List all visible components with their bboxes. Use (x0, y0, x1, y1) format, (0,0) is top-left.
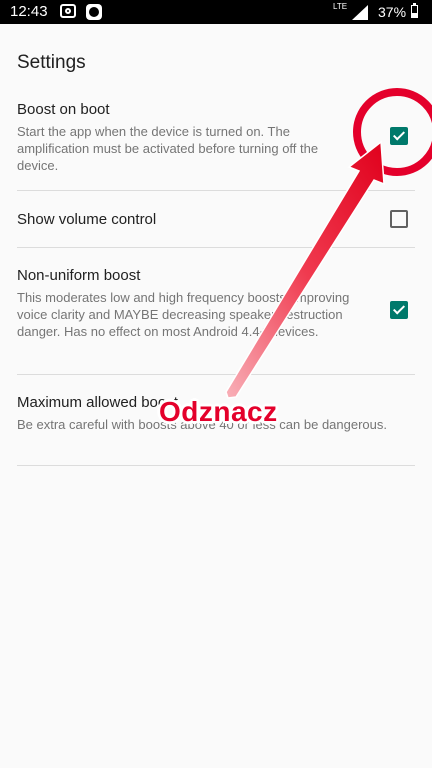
app-notification-icon (86, 4, 102, 20)
non-uniform-boost-checkbox[interactable] (390, 301, 408, 319)
pref-boost-on-boot[interactable]: Boost on boot Start the app when the dev… (0, 96, 432, 190)
pref-show-volume-control[interactable]: Show volume control (0, 191, 432, 247)
show-volume-control-checkbox[interactable] (390, 210, 408, 228)
boost-on-boot-checkbox[interactable] (390, 127, 408, 145)
pref-non-uniform-boost[interactable]: Non-uniform boost This moderates low and… (0, 248, 432, 374)
divider (17, 465, 415, 466)
pref-title: Non-uniform boost (17, 267, 141, 284)
network-type: LTE (333, 2, 348, 11)
status-time: 12:43 (10, 3, 48, 20)
pref-title: Maximum allowed boost (17, 394, 178, 411)
pref-title: Show volume control (17, 211, 157, 228)
pref-summary: This moderates low and high frequency bo… (17, 290, 350, 339)
battery-percent: 37% (378, 4, 407, 20)
pref-summary: Start the app when the device is turned … (17, 124, 319, 173)
screenshot-icon (60, 4, 76, 18)
battery-icon (411, 3, 418, 18)
status-bar: 12:43 LTE 37% (0, 0, 432, 24)
annotation-label: Odznacz (159, 396, 278, 427)
signal-icon (352, 5, 368, 20)
pref-title: Boost on boot (17, 101, 110, 118)
page-title: Settings (17, 52, 86, 73)
